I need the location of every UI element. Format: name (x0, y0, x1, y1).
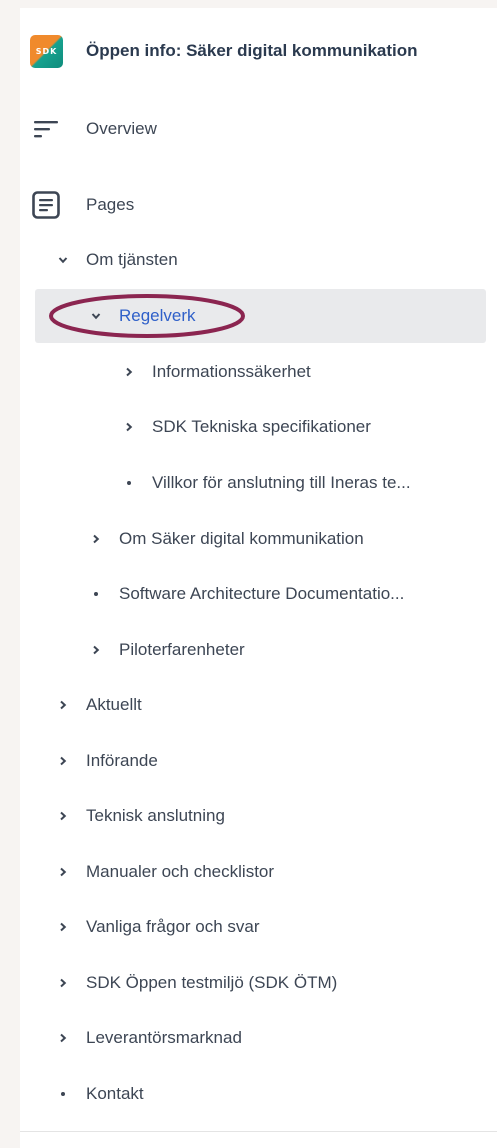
chevron-right-icon[interactable] (56, 754, 70, 768)
chevron-right-icon[interactable] (122, 420, 136, 434)
tree-item-label: Informationssäkerhet (152, 362, 311, 381)
tree-item-sdk-tekniska-specifikationer[interactable]: SDK Tekniska specifikationer (122, 413, 371, 441)
tree-item-inforande[interactable]: Införande (56, 747, 158, 775)
tree-item-leverantorsmarknad[interactable]: Leverantörsmarknad (56, 1024, 242, 1052)
chevron-right-icon[interactable] (56, 976, 70, 990)
tree-item-manualer[interactable]: Manualer och checklistor (56, 858, 274, 886)
chevron-right-icon[interactable] (56, 1031, 70, 1045)
nav-overview[interactable]: Overview (30, 111, 157, 147)
tree-item-label: Manualer och checklistor (86, 862, 275, 881)
bullet-icon (89, 587, 103, 601)
tree-item-om-tjansten[interactable]: Om tjänsten (56, 246, 178, 274)
tree-item-label: SDK Öppen testmiljö (SDK ÖTM) (86, 973, 338, 992)
tree-item-regelverk[interactable]: Regelverk (89, 302, 196, 330)
tree-item-aktuellt[interactable]: Aktuellt (56, 691, 142, 719)
tree-item-label: Aktuellt (86, 695, 142, 714)
bullet-icon (122, 476, 136, 490)
chevron-right-icon[interactable] (56, 865, 70, 879)
tree-item-label: Kontakt (86, 1084, 144, 1103)
space-logo[interactable]: SDK (30, 34, 63, 68)
space-logo-text: SDK (35, 46, 58, 56)
nav-pages-label: Pages (86, 195, 135, 214)
tree-item-label: Villkor för anslutning till Ineras te... (152, 473, 411, 492)
tree-item-label: Teknisk anslutning (86, 806, 225, 825)
tree-item-label: Software Architecture Documentatio... (119, 584, 405, 603)
chevron-right-icon[interactable] (56, 809, 70, 823)
nav-pages[interactable]: Pages (30, 187, 134, 223)
space-title[interactable]: Öppen info: Säker digital kommunikation (86, 41, 418, 61)
chevron-right-icon[interactable] (89, 532, 103, 546)
tree-item-software-architecture[interactable]: Software Architecture Documentatio... (89, 580, 404, 608)
tree-item-label: Vanliga frågor och svar (86, 917, 260, 936)
chevron-down-icon[interactable] (56, 253, 70, 267)
chevron-right-icon[interactable] (122, 365, 136, 379)
nav-overview-label: Overview (86, 119, 157, 138)
pages-document-icon (30, 189, 62, 221)
space-header[interactable]: SDK Öppen info: Säker digital kommunikat… (30, 34, 418, 68)
tree-item-label: Leverantörsmarknad (86, 1028, 242, 1047)
tree-item-teknisk-anslutning[interactable]: Teknisk anslutning (56, 802, 225, 830)
tree-item-villkor[interactable]: Villkor för anslutning till Ineras te... (122, 469, 411, 497)
overview-lines-icon (30, 113, 62, 145)
chevron-down-icon[interactable] (89, 309, 103, 323)
tree-item-label: Införande (86, 751, 158, 770)
tree-item-label: Om Säker digital kommunikation (119, 529, 364, 548)
bullet-icon (56, 1087, 70, 1101)
tree-item-label: Om tjänsten (86, 250, 178, 269)
tree-item-label: Regelverk (119, 306, 196, 325)
tree-item-label: SDK Tekniska specifikationer (152, 417, 371, 436)
chevron-right-icon[interactable] (56, 920, 70, 934)
tree-item-kontakt[interactable]: Kontakt (56, 1080, 144, 1108)
tree-item-vanliga-fragor[interactable]: Vanliga frågor och svar (56, 913, 260, 941)
chevron-right-icon[interactable] (89, 643, 103, 657)
tree-item-informationssakerhet[interactable]: Informationssäkerhet (122, 358, 311, 386)
bottom-divider (20, 1131, 497, 1132)
tree-item-label: Piloterfarenheter (119, 640, 245, 659)
tree-item-om-saker-digital-kommunikation[interactable]: Om Säker digital kommunikation (89, 525, 364, 553)
tree-item-piloterfarenheter[interactable]: Piloterfarenheter (89, 636, 245, 664)
chevron-right-icon[interactable] (56, 698, 70, 712)
tree-item-sdk-oppen-testmiljo[interactable]: SDK Öppen testmiljö (SDK ÖTM) (56, 969, 337, 997)
